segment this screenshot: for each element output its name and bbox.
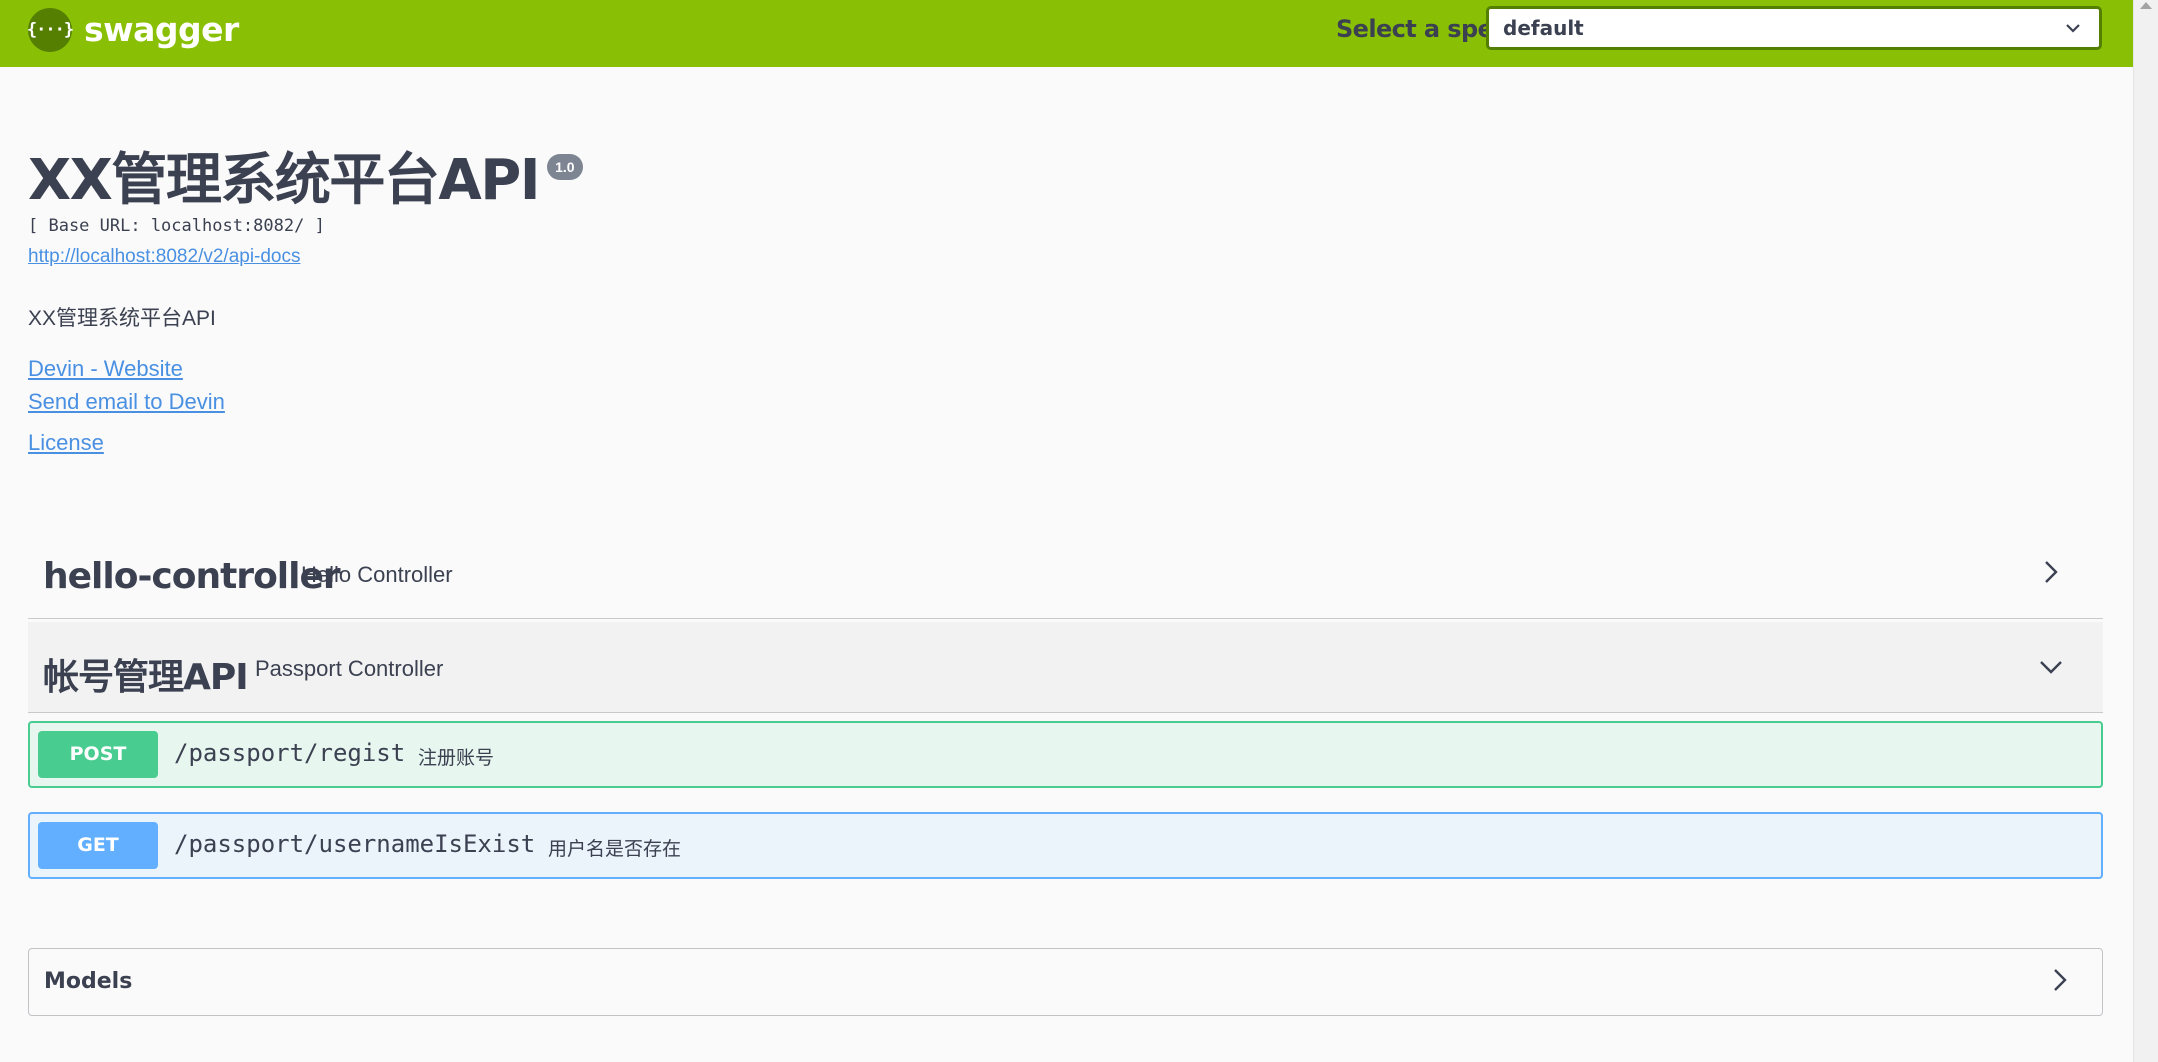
swagger-logo-icon: {···} bbox=[27, 8, 74, 52]
method-badge-get: GET bbox=[38, 822, 158, 869]
version-badge: 1.0 bbox=[547, 154, 583, 180]
spec-select[interactable]: default bbox=[1486, 6, 2102, 50]
operation-summary: 注册账号 bbox=[418, 748, 495, 769]
tag-description: Hello Controller bbox=[301, 562, 453, 587]
api-docs-link[interactable]: http://localhost:8082/v2/api-docs bbox=[28, 246, 301, 268]
select-spec-label: Select a spec bbox=[1336, 15, 1507, 43]
swagger-ui-page: {···} swagger Select a spec default XX管理… bbox=[0, 0, 2133, 1062]
models-section[interactable]: Models bbox=[28, 948, 2103, 1016]
api-title-text: XX管理系统平台API bbox=[28, 148, 541, 213]
chevron-right-icon[interactable] bbox=[2048, 968, 2072, 992]
swagger-logo[interactable]: {···} swagger bbox=[27, 8, 239, 52]
operation-summary: 用户名是否存在 bbox=[548, 839, 682, 860]
operation-get-username-is-exist[interactable]: GET /passport/usernameIsExist 用户名是否存在 bbox=[28, 812, 2103, 879]
contact-website-link[interactable]: Devin - Website bbox=[28, 356, 183, 382]
topbar: {···} swagger Select a spec default bbox=[0, 0, 2133, 67]
models-title: Models bbox=[44, 969, 133, 994]
tag-description: Passport Controller bbox=[255, 656, 444, 681]
chevron-right-icon[interactable] bbox=[2039, 560, 2063, 584]
operation-path: /passport/usernameIsExist bbox=[174, 830, 536, 858]
tag-name: 帐号管理API bbox=[43, 657, 249, 698]
operation-path: /passport/regist bbox=[174, 739, 406, 767]
spec-select-value: default bbox=[1503, 16, 1584, 40]
api-description: XX管理系统平台API bbox=[28, 307, 216, 330]
tag-name: hello-controller bbox=[43, 556, 341, 597]
vertical-scrollbar[interactable] bbox=[2133, 0, 2158, 1062]
chevron-down-icon bbox=[2066, 24, 2080, 33]
contact-email-link[interactable]: Send email to Devin bbox=[28, 389, 225, 415]
swagger-logo-text: swagger bbox=[84, 10, 239, 49]
base-url: [ Base URL: localhost:8082/ ] bbox=[28, 216, 325, 236]
method-badge-post: POST bbox=[38, 731, 158, 778]
scrollbar-thumb[interactable] bbox=[2139, 16, 2153, 226]
tag-passport-controller[interactable]: 帐号管理API Passport Controller bbox=[28, 622, 2103, 713]
chevron-down-icon[interactable] bbox=[2039, 655, 2063, 679]
license-link[interactable]: License bbox=[28, 430, 104, 456]
operation-post-regist[interactable]: POST /passport/regist 注册账号 bbox=[28, 721, 2103, 788]
api-title: XX管理系统平台API 1.0 bbox=[28, 148, 583, 214]
tag-hello-controller[interactable]: hello-controller Hello Controller bbox=[28, 528, 2103, 619]
scroll-up-arrow-icon[interactable] bbox=[2140, 2, 2152, 9]
